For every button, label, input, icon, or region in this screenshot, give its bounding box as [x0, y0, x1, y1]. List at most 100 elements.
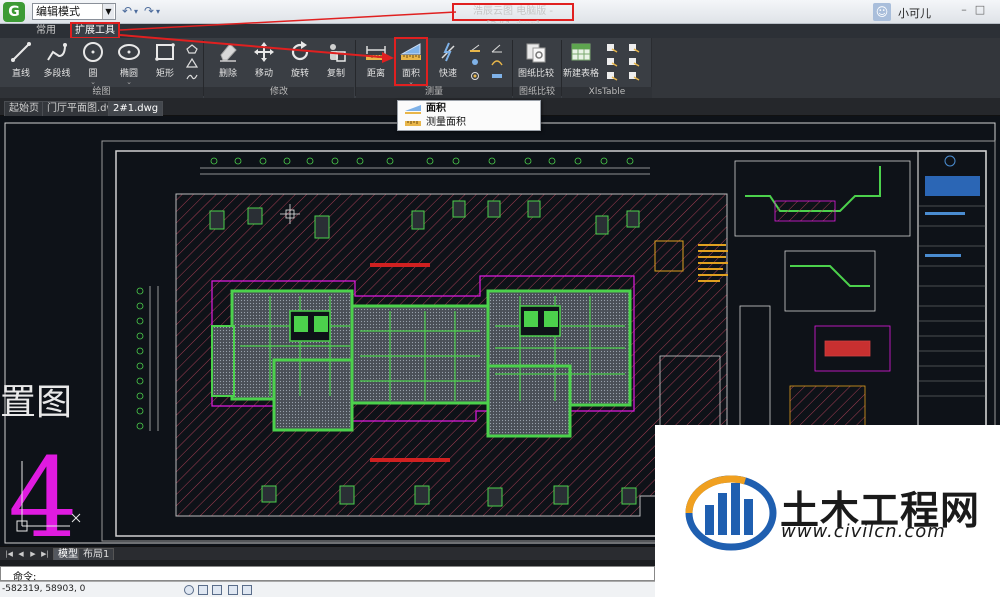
move-button[interactable]: 移动 [244, 40, 284, 84]
dimension-icon[interactable] [491, 71, 503, 81]
table-insert-icon[interactable] [628, 43, 640, 53]
menu-item-measure-area[interactable]: 测量面积 [400, 116, 540, 130]
doc-tab-current[interactable]: 2#1.dwg [108, 101, 164, 116]
chevron-down-icon[interactable]: ⌄ [73, 79, 113, 86]
grid-bubbles-top [210, 157, 634, 165]
watermark-logo-icon [685, 475, 777, 551]
rotate-label: 旋转 [290, 69, 309, 79]
erase-label: 删除 [218, 69, 237, 79]
ortho-icon[interactable] [198, 585, 208, 595]
fast-button[interactable]: 快速 [428, 40, 468, 84]
line-label: 直线 [11, 69, 30, 79]
ellipse-icon [118, 44, 140, 60]
group-xls: XlsTable [562, 87, 652, 98]
coordinate-readout: -582319, 58903, 0 [2, 584, 86, 594]
line-button[interactable]: 直线 [1, 40, 41, 84]
undo-icon[interactable]: ↶ [122, 4, 132, 18]
command-input[interactable]: 命令: [0, 566, 655, 583]
ellipse-button[interactable]: 椭圆 ⌄ [109, 40, 149, 86]
watermark-url: www.civilcn.com [781, 521, 946, 542]
table-export-icon[interactable] [606, 57, 618, 67]
drawing-number-fragment: 4 [8, 434, 78, 546]
distance-label: 距离 [366, 69, 385, 79]
grid-bubbles-left [136, 287, 144, 430]
menu-item-measure-area-label: 测量面积 [426, 117, 466, 128]
move-icon [254, 42, 274, 62]
angle-icon[interactable] [491, 43, 503, 53]
group-modify: 修改 [204, 87, 354, 98]
eraser-icon [220, 43, 237, 62]
rect-button[interactable]: 矩形 [145, 40, 185, 84]
copy-label: 复制 [326, 69, 345, 79]
group-measure: 测量 [356, 87, 512, 98]
prev-layout-icon[interactable]: ◀ [16, 549, 26, 559]
cad-app: G 编辑模式 ▼ ↶ ▾ ↷ ▾ 浩辰云图 电脑版 - [2#1.dwg] ☺ … [0, 0, 1000, 597]
last-layout-icon[interactable]: ▶| [40, 549, 50, 559]
ribbon-tabs: 常用 扩展工具 [0, 22, 1000, 39]
radius-icon[interactable] [469, 71, 481, 81]
title-bar: G 编辑模式 ▼ ↶ ▾ ↷ ▾ 浩辰云图 电脑版 - [2#1.dwg] ☺ … [0, 0, 1000, 31]
triangle-icon[interactable] [186, 58, 198, 68]
menu-item-area-label: 面积 [426, 103, 446, 114]
chevron-down-icon[interactable]: ⌄ [109, 79, 149, 86]
redo-dropdown-icon[interactable]: ▾ [156, 7, 160, 16]
distance-button[interactable]: 距离 [356, 40, 396, 84]
point-icon[interactable] [469, 57, 481, 67]
rotate-icon [291, 41, 309, 61]
circle-icon [83, 42, 103, 62]
area-dropdown-menu: 面积 测量面积 [397, 100, 541, 131]
move-label: 移动 [254, 69, 273, 79]
menu-item-area[interactable]: 面积 [400, 102, 540, 116]
snap-icon[interactable] [184, 585, 194, 595]
copy-button[interactable]: 复制 [316, 40, 356, 84]
table-update-icon[interactable] [628, 71, 640, 81]
compare-label: 图纸比较 [517, 69, 554, 79]
chevron-down-icon[interactable]: ▼ [102, 4, 114, 19]
redo-icon[interactable]: ↷ [144, 4, 154, 18]
first-layout-icon[interactable]: |◀ [4, 549, 14, 559]
layout-tabs-bar: |◀ ◀ ▶ ▶| 模型 布局1 [0, 546, 655, 561]
minimize-icon[interactable]: – [958, 3, 970, 19]
mode-select-value: 编辑模式 [36, 5, 80, 18]
maximize-icon[interactable]: □ [974, 3, 986, 19]
grid-icon[interactable] [212, 585, 222, 595]
ribbon-empty [652, 38, 1000, 98]
compare-button[interactable]: 图纸比较 [514, 40, 558, 84]
fast-measure-icon [441, 42, 455, 62]
table-icon [571, 43, 591, 61]
newtable-button[interactable]: 新建表格 [561, 40, 601, 84]
rotate-button[interactable]: 旋转 [280, 40, 320, 84]
rectangle-icon [155, 43, 175, 61]
distance-icon [366, 46, 386, 60]
polar-icon[interactable] [228, 585, 238, 595]
mode-select[interactable]: 编辑模式 ▼ [32, 3, 116, 20]
fast-label: 快速 [438, 69, 457, 79]
app-logo-icon[interactable]: G [3, 2, 25, 22]
polyline-label: 多段线 [43, 69, 71, 79]
spline-icon[interactable] [186, 72, 198, 82]
erase-button[interactable]: 删除 [208, 40, 248, 84]
next-layout-icon[interactable]: ▶ [28, 549, 38, 559]
tab-changyong[interactable]: 常用 [28, 24, 64, 38]
table-import-icon[interactable] [628, 57, 640, 67]
area-icon [405, 105, 421, 114]
username[interactable]: 小可儿 [898, 5, 931, 21]
polyline-button[interactable]: 多段线 [37, 40, 77, 84]
doc-tab-start[interactable]: 起始页 [4, 101, 44, 116]
tab-kuozhan[interactable]: 扩展工具 [70, 22, 120, 39]
window-title: 浩辰云图 电脑版 - [2#1.dwg] [452, 3, 574, 31]
table-link-icon[interactable] [606, 71, 618, 81]
user-avatar-icon[interactable]: ☺ [873, 3, 891, 21]
compare-icon [526, 43, 546, 63]
polyline-icon [47, 43, 67, 61]
osnap-icon[interactable] [242, 585, 252, 595]
newtable-label: 新建表格 [562, 69, 599, 79]
drawing-title-fragment: 置图 [0, 382, 72, 423]
circle-button[interactable]: 圆 ⌄ [73, 40, 113, 86]
polygon-icon[interactable] [186, 44, 198, 54]
undo-dropdown-icon[interactable]: ▾ [134, 7, 138, 16]
table-edit-icon[interactable] [606, 43, 618, 53]
arc-length-icon[interactable] [491, 57, 503, 67]
line-icon [11, 42, 31, 62]
coordinate-icon[interactable] [469, 43, 481, 53]
